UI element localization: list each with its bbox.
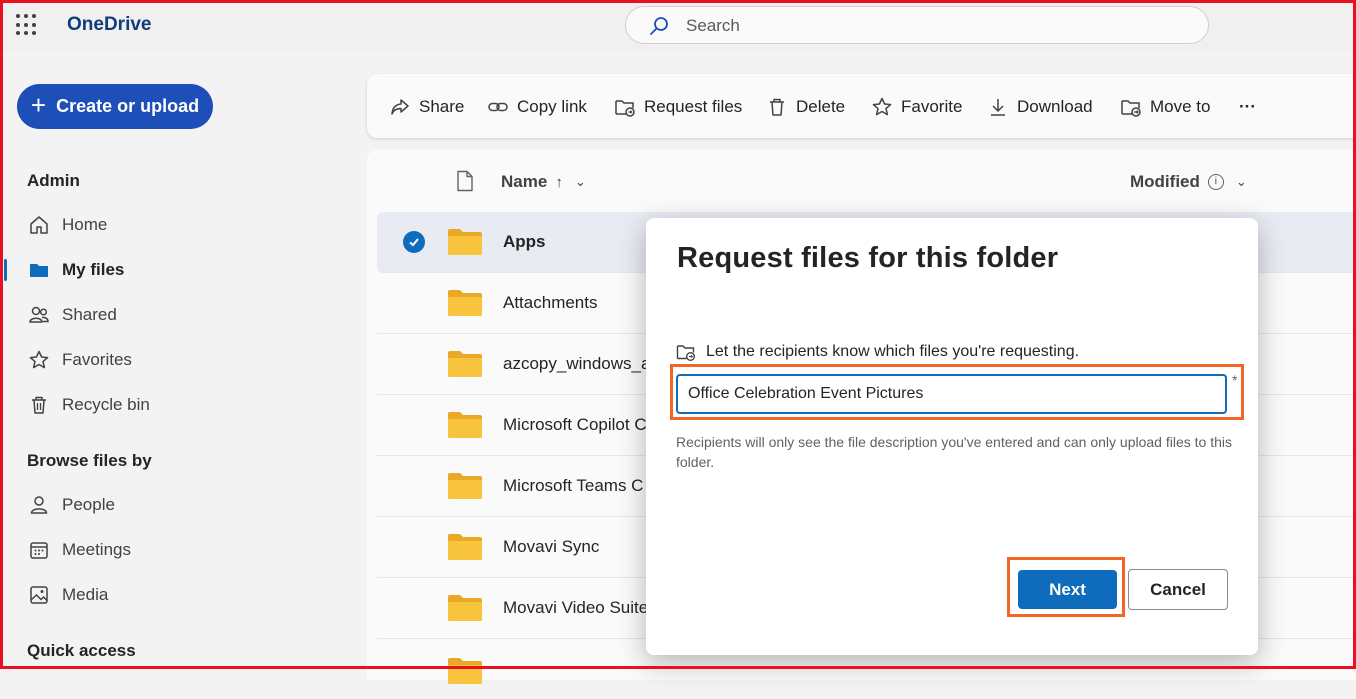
- column-header-modified[interactable]: Modified i ⌄: [1130, 170, 1247, 194]
- calendar-icon: [30, 542, 48, 559]
- chevron-down-icon: ⌄: [574, 174, 586, 189]
- folder-request-icon: [676, 345, 695, 361]
- checkmark-icon[interactable]: [403, 231, 425, 253]
- sidebar-item-home[interactable]: Home: [28, 211, 107, 239]
- star-icon: [872, 97, 892, 116]
- delete-label: Delete: [796, 97, 846, 116]
- search-box[interactable]: [625, 6, 1209, 44]
- file-name[interactable]: Movavi Video Suite: [503, 598, 648, 618]
- create-or-upload-label: Create or upload: [56, 96, 200, 116]
- command-bar: Share Copy link Request files Delete Fav…: [367, 74, 1356, 138]
- request-files-label: Request files: [644, 97, 743, 116]
- dialog-field-label: Let the recipients know which files you'…: [676, 342, 1079, 362]
- folder-icon: [448, 473, 482, 499]
- sidebar-item-shared[interactable]: Shared: [28, 301, 117, 329]
- info-icon: i: [1207, 174, 1224, 190]
- star-icon: [29, 350, 49, 369]
- move-to-button[interactable]: Move to: [1120, 94, 1210, 120]
- more-actions-button[interactable]: ···: [1239, 94, 1256, 120]
- sidebar-item-recycle-bin[interactable]: Recycle bin: [28, 391, 150, 419]
- next-button[interactable]: Next: [1018, 570, 1117, 609]
- move-to-label: Move to: [1150, 97, 1211, 116]
- copy-link-button[interactable]: Copy link: [487, 94, 587, 120]
- sidebar-item-my-files[interactable]: My files: [28, 256, 124, 284]
- chevron-down-icon: ⌄: [1235, 174, 1247, 189]
- sidebar-item-people[interactable]: People: [28, 491, 115, 519]
- folder-icon: [448, 412, 482, 438]
- dialog-label-text: Let the recipients know which files you'…: [706, 343, 1080, 360]
- file-name[interactable]: Microsoft Copilot C: [503, 415, 647, 435]
- favorite-button[interactable]: Favorite: [871, 94, 962, 120]
- sidebar-item-label: My files: [62, 260, 125, 279]
- folder-move-icon: [1121, 100, 1141, 117]
- sidebar-item-label: Recycle bin: [62, 395, 150, 414]
- app-launcher-icon[interactable]: [16, 14, 38, 36]
- trash-icon: [32, 396, 46, 414]
- folder-request-icon: [615, 100, 635, 117]
- file-name[interactable]: Movavi Sync: [503, 537, 599, 557]
- request-files-dialog: Request files for this folder Let the re…: [646, 218, 1258, 655]
- download-button[interactable]: Download: [987, 94, 1093, 120]
- dialog-helper-text: Recipients will only see the file descri…: [676, 434, 1232, 470]
- search-icon: [648, 15, 670, 42]
- link-icon: [488, 102, 508, 112]
- file-name[interactable]: azcopy_windows_a: [503, 354, 650, 374]
- file-name[interactable]: Apps: [503, 232, 546, 252]
- person-icon: [30, 496, 48, 514]
- folder-icon: [448, 595, 482, 621]
- share-icon: [391, 99, 409, 115]
- nav-section-admin: Admin: [27, 171, 80, 190]
- sort-ascending-icon: ↑: [555, 173, 563, 191]
- share-label: Share: [419, 97, 465, 116]
- folder-icon: [448, 351, 482, 377]
- image-icon: [30, 586, 48, 604]
- favorite-label: Favorite: [901, 97, 963, 116]
- sidebar-item-label: Meetings: [62, 540, 131, 559]
- delete-button[interactable]: Delete: [766, 94, 845, 120]
- required-asterisk: *: [1232, 372, 1238, 388]
- search-input[interactable]: [684, 15, 1168, 37]
- request-files-button[interactable]: Request files: [614, 94, 742, 120]
- trash-icon: [770, 98, 784, 116]
- top-bar: OneDrive: [0, 0, 1356, 52]
- copy-link-label: Copy link: [517, 97, 587, 116]
- file-name[interactable]: Attachments: [503, 293, 598, 313]
- folder-icon: [448, 290, 482, 316]
- active-indicator: [4, 259, 7, 281]
- sidebar-item-media[interactable]: Media: [28, 581, 108, 609]
- sidebar-item-favorites[interactable]: Favorites: [28, 346, 132, 374]
- folder-icon: [30, 264, 48, 277]
- download-label: Download: [1017, 97, 1093, 116]
- dialog-title: Request files for this folder: [677, 242, 1059, 274]
- column-name-label: Name: [501, 172, 548, 191]
- folder-icon: [448, 229, 482, 255]
- sidebar-item-label: People: [62, 495, 115, 514]
- download-icon: [991, 99, 1005, 116]
- share-button[interactable]: Share: [389, 94, 464, 120]
- file-name[interactable]: Microsoft Teams C: [503, 476, 643, 496]
- plus-icon: +: [30, 90, 47, 120]
- sidebar-item-label: Shared: [62, 305, 117, 324]
- create-or-upload-button[interactable]: + Create or upload: [17, 84, 213, 129]
- file-type-icon: [457, 170, 473, 192]
- sidebar-item-label: Favorites: [62, 350, 132, 369]
- folder-icon: [448, 534, 482, 560]
- column-modified-label: Modified: [1130, 172, 1200, 191]
- people-icon: [29, 306, 49, 323]
- sidebar-item-meetings[interactable]: Meetings: [28, 536, 131, 564]
- nav-section-browse: Browse files by: [27, 451, 152, 470]
- nav-section-quick-access: Quick access: [27, 641, 136, 660]
- column-header-name[interactable]: Name ↑ ⌄: [501, 170, 586, 194]
- folder-icon: [448, 658, 482, 684]
- app-title[interactable]: OneDrive: [67, 14, 151, 36]
- cancel-button[interactable]: Cancel: [1128, 569, 1228, 610]
- sidebar-item-label: Media: [62, 585, 109, 604]
- home-icon: [30, 216, 48, 234]
- sidebar-item-label: Home: [62, 215, 108, 234]
- file-description-input[interactable]: [676, 374, 1227, 414]
